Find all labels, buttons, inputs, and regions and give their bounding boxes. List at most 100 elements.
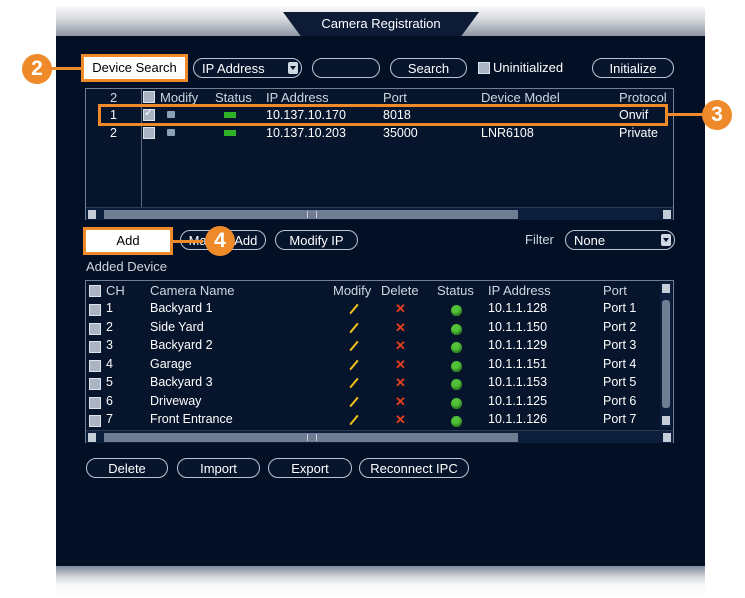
header-ch: CH — [106, 283, 125, 298]
header-delete: Delete — [381, 283, 419, 298]
header-port: Port — [383, 90, 407, 105]
chevron-down-icon — [288, 62, 298, 74]
row-ip-address: 10.1.1.128 — [488, 301, 548, 315]
delete-x-icon[interactable]: ✕ — [395, 376, 406, 389]
row-checkbox[interactable] — [89, 304, 101, 316]
header-protocol: Protocol — [619, 90, 667, 105]
scroll-right-icon[interactable] — [663, 433, 671, 442]
delete-x-icon[interactable]: ✕ — [395, 395, 406, 408]
row-ip-address: 10.1.1.153 — [488, 375, 548, 389]
search-input[interactable] — [312, 58, 380, 78]
search-type-select[interactable]: IP Address — [193, 58, 302, 78]
scroll-left-icon[interactable] — [88, 210, 96, 219]
select-all-checkbox[interactable] — [143, 91, 155, 103]
filter-select[interactable]: None — [565, 230, 675, 250]
added-device-title: Added Device — [86, 259, 167, 274]
search-button[interactable]: Search — [390, 58, 467, 78]
header-port: Port — [603, 283, 627, 298]
row-number: 2 — [110, 126, 117, 140]
scroll-left-icon[interactable] — [88, 433, 96, 442]
scrollbar-thumb[interactable] — [104, 433, 518, 442]
export-button[interactable]: Export — [268, 458, 352, 478]
row-port: Port 3 — [603, 338, 637, 352]
header-modify: Modify — [160, 90, 199, 105]
status-online-icon — [451, 360, 462, 372]
delete-x-icon[interactable]: ✕ — [395, 413, 406, 426]
edit-icon[interactable] — [167, 129, 175, 136]
scroll-right-icon[interactable] — [663, 210, 671, 219]
row-checkbox[interactable] — [89, 415, 101, 427]
row-checkbox[interactable] — [89, 359, 101, 372]
delete-x-icon[interactable]: ✕ — [395, 321, 406, 334]
status-online-icon — [451, 397, 462, 409]
chevron-down-icon — [661, 234, 671, 246]
header-count: 2 — [110, 90, 118, 105]
delete-button[interactable]: Delete — [86, 458, 168, 478]
row-checkbox[interactable] — [89, 378, 101, 390]
modify-ip-button[interactable]: Modify IP — [275, 230, 358, 250]
row-camera-name: Backyard 1 — [150, 301, 213, 315]
reconnect-ipc-button[interactable]: Reconnect IPC — [359, 458, 469, 478]
header-status: Status — [437, 283, 474, 298]
row-ip-address: 10.1.1.150 — [488, 319, 548, 334]
initialize-button[interactable]: Initialize — [592, 58, 674, 78]
bottom-bar — [56, 566, 705, 598]
row-port: Port 6 — [603, 393, 637, 408]
camera-status-icon — [224, 130, 236, 136]
uninitialized-label: Uninitialized — [493, 60, 564, 75]
row-ip-address: 10.1.1.129 — [488, 338, 548, 352]
callout-3-line — [668, 113, 704, 116]
row-camera-name: Front Entrance — [150, 412, 233, 426]
row-checkbox[interactable] — [89, 341, 101, 353]
status-online-icon — [451, 323, 462, 335]
row-port: Port 1 — [603, 301, 637, 315]
row-checkbox[interactable] — [143, 127, 155, 139]
scroll-down-icon[interactable] — [662, 416, 670, 425]
row-ip-address: 10.1.1.125 — [488, 393, 548, 408]
status-online-icon — [451, 305, 462, 316]
scroll-up-icon[interactable] — [662, 284, 670, 293]
delete-x-icon[interactable]: ✕ — [395, 339, 406, 352]
row-ip-address: 10.137.10.203 — [266, 126, 346, 140]
row-port: 35000 — [383, 126, 418, 140]
callout-4-line — [173, 240, 203, 243]
grip-icon — [307, 211, 317, 218]
row-port: Port 5 — [603, 375, 637, 389]
delete-x-icon[interactable]: ✕ — [395, 302, 406, 315]
row-camera-name: Backyard 2 — [150, 338, 213, 352]
vertical-scrollbar[interactable] — [660, 282, 672, 428]
scrollbar-thumb[interactable] — [104, 210, 518, 219]
add-button-highlight — [83, 227, 173, 255]
row-port: Port 4 — [603, 356, 637, 371]
row-checkbox[interactable] — [89, 322, 101, 335]
selected-row-highlight — [98, 104, 668, 126]
status-online-icon — [451, 342, 462, 353]
horizontal-scrollbar[interactable] — [86, 207, 673, 220]
import-button[interactable]: Import — [177, 458, 260, 478]
header-ip-address: IP Address — [488, 283, 551, 298]
header-camera-name: Camera Name — [150, 283, 235, 298]
row-device-model: LNR6108 — [481, 126, 534, 140]
row-ip-address: 10.1.1.126 — [488, 412, 548, 426]
status-online-icon — [451, 416, 462, 427]
callout-3: 3 — [702, 100, 732, 130]
row-port: Port 2 — [603, 319, 637, 334]
select-all-checkbox[interactable] — [89, 285, 101, 297]
row-ch: 3 — [106, 338, 113, 352]
callout-4: 4 — [205, 226, 235, 256]
uninitialized-checkbox[interactable] — [478, 62, 490, 74]
row-ch: 6 — [106, 393, 113, 408]
horizontal-scrollbar[interactable] — [86, 430, 673, 443]
row-camera-name: Backyard 3 — [150, 375, 213, 389]
dialog-title: Camera Registration — [321, 16, 441, 31]
row-camera-name: Side Yard — [150, 319, 204, 334]
header-ip-address: IP Address — [266, 90, 329, 105]
row-ch: 1 — [106, 301, 113, 315]
header-status: Status — [215, 90, 252, 105]
row-checkbox[interactable] — [89, 396, 101, 409]
filter-value: None — [574, 233, 606, 248]
delete-x-icon[interactable]: ✕ — [395, 358, 406, 371]
scrollbar-thumb[interactable] — [662, 300, 670, 408]
search-type-value: IP Address — [202, 61, 265, 76]
row-ip-address: 10.1.1.151 — [488, 356, 548, 371]
